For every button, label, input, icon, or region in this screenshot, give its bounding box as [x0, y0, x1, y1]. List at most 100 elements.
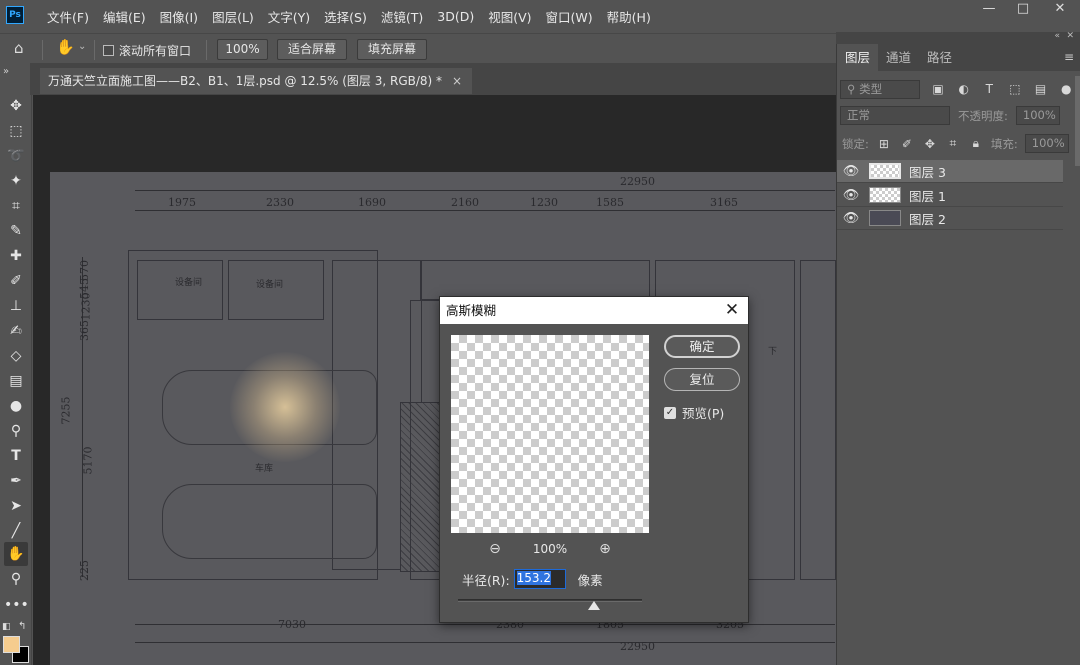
menu-3d[interactable]: 3D(D)	[430, 9, 481, 24]
type-tool-icon[interactable]: T	[4, 444, 28, 468]
dim-left-5: 545	[78, 278, 91, 299]
options-bar: ⌂ ✋ ⌄ 滚动所有窗口 100% 适合屏幕 填充屏幕	[0, 33, 836, 63]
layer-row-1[interactable]: 👁︎ 图层 1	[837, 184, 1063, 207]
collapse-icon[interactable]: «	[1054, 31, 1060, 41]
tab-paths[interactable]: 路径	[919, 44, 960, 71]
reset-button[interactable]: 复位	[664, 368, 740, 391]
minimize-button[interactable]: —	[972, 0, 1006, 20]
document-tab[interactable]: 万通天竺立面施工图——B2、B1、1层.psd @ 12.5% (图层 3, R…	[40, 68, 473, 94]
stamp-tool-icon[interactable]: ⊥	[4, 294, 28, 318]
menu-help[interactable]: 帮助(H)	[600, 7, 658, 26]
menu-select[interactable]: 选择(S)	[317, 7, 374, 26]
line-tool-icon[interactable]: ╱	[4, 519, 28, 543]
fill-screen-button[interactable]: 填充屏幕	[357, 39, 427, 60]
panel-menu-icon[interactable]: ≡	[1064, 50, 1074, 64]
hand-tool-icon[interactable]: ✋	[4, 542, 28, 566]
lock-all-icon[interactable]: 🔒︎	[968, 136, 984, 151]
tab-layers[interactable]: 图层	[837, 44, 879, 71]
lock-artboard-icon[interactable]: ⌗	[945, 136, 961, 151]
layer-row-3[interactable]: 👁︎ 图层 3	[837, 160, 1063, 183]
dim-left-2: 5170	[81, 446, 95, 475]
fill-input[interactable]: 100%	[1024, 134, 1069, 153]
panel-scrollbar[interactable]	[1075, 76, 1080, 166]
brush-tool-icon[interactable]: ✐	[4, 269, 28, 293]
restore-button[interactable]: □	[1006, 0, 1040, 20]
move-tool-icon[interactable]: ✥	[4, 94, 28, 118]
menu-file[interactable]: 文件(F)	[40, 7, 96, 26]
image-filter-icon[interactable]: ▣	[930, 82, 946, 96]
gradient-tool-icon[interactable]: ▤	[4, 369, 28, 393]
pen-tool-icon[interactable]: ✒	[4, 469, 28, 493]
dim-top-2: 2330	[266, 196, 294, 209]
home-icon[interactable]: ⌂	[14, 39, 24, 57]
menu-layer[interactable]: 图层(L)	[205, 7, 261, 26]
layer-kind-filter[interactable]: ⚲ 类型	[840, 79, 921, 99]
close-window-button[interactable]: ✕	[1040, 0, 1080, 20]
path-select-tool-icon[interactable]: ➤	[4, 494, 28, 518]
menu-window[interactable]: 窗口(W)	[539, 7, 600, 26]
preview-checkbox[interactable]: ✓	[664, 406, 676, 419]
dialog-close-icon[interactable]: ✕	[720, 297, 744, 324]
room-label-stair: 下	[768, 347, 778, 357]
menu-filter[interactable]: 滤镜(T)	[374, 7, 430, 26]
eyedropper-tool-icon[interactable]: ✎	[4, 219, 28, 243]
filter-preview[interactable]	[451, 335, 649, 533]
opacity-input[interactable]: 100%	[1015, 106, 1060, 125]
menu-edit[interactable]: 编辑(E)	[96, 7, 153, 26]
swap-colors-icon[interactable]: ↰	[18, 621, 26, 632]
crop-tool-icon[interactable]: ⌗	[4, 194, 28, 218]
lasso-tool-icon[interactable]: ➰	[4, 144, 28, 168]
visibility-eye-icon[interactable]: 👁︎	[837, 188, 865, 203]
fit-screen-button[interactable]: 适合屏幕	[277, 39, 347, 60]
panel-close-icon[interactable]: ✕	[1066, 31, 1074, 41]
lock-pixels-icon[interactable]: ⊞	[876, 137, 892, 151]
shape-filter-icon[interactable]: ⬚	[1007, 82, 1023, 96]
lock-position-icon[interactable]: ✥	[922, 137, 938, 151]
layer-thumbnail	[869, 163, 901, 179]
radius-unit: 像素	[577, 572, 603, 588]
default-colors-icon[interactable]: ◧	[2, 622, 11, 632]
zoom-out-icon[interactable]: ⊖	[489, 541, 501, 557]
visibility-eye-icon[interactable]: 👁︎	[837, 211, 865, 226]
type-filter-icon[interactable]: T	[982, 82, 998, 96]
more-tools-icon[interactable]: •••	[4, 593, 29, 617]
scroll-all-checkbox[interactable]	[103, 45, 114, 56]
menu-image[interactable]: 图像(I)	[153, 7, 205, 26]
radius-slider-thumb[interactable]	[588, 601, 601, 610]
magic-wand-tool-icon[interactable]: ✦	[4, 169, 28, 193]
scroll-all-windows-option[interactable]: 滚动所有窗口	[103, 42, 191, 59]
visibility-eye-icon[interactable]: 👁︎	[837, 164, 865, 179]
expand-icon[interactable]: »	[3, 66, 9, 77]
zoom-tool-icon[interactable]: ⚲	[4, 567, 28, 591]
blur-tool-icon[interactable]: ●	[4, 394, 28, 418]
radius-value: 153.2	[516, 571, 552, 585]
dodge-tool-icon[interactable]: ⚲	[4, 419, 28, 443]
marquee-tool-icon[interactable]: ⬚	[4, 119, 28, 143]
close-tab-icon[interactable]: ×	[452, 68, 462, 94]
zoom-100-button[interactable]: 100%	[217, 39, 268, 60]
filter-toggle-icon[interactable]: ●	[1058, 82, 1074, 96]
ok-button[interactable]: 确定	[664, 335, 740, 358]
hand-icon[interactable]: ✋	[56, 38, 75, 56]
adjustment-filter-icon[interactable]: ◐	[956, 82, 972, 96]
radius-slider-track[interactable]	[458, 599, 642, 602]
preview-option[interactable]: ✓ 预览(P)	[664, 403, 724, 422]
foreground-color-swatch[interactable]	[3, 636, 20, 653]
room-label-2: 设备间	[256, 280, 284, 290]
chevron-down-icon[interactable]: ⌄	[78, 41, 86, 52]
lock-row: 锁定: ⊞ ✐ ✥ ⌗ 🔒︎ 填充: 100%	[842, 134, 1069, 153]
lock-paint-icon[interactable]: ✐	[899, 137, 915, 151]
radius-input[interactable]: 153.2	[513, 569, 566, 589]
healing-brush-tool-icon[interactable]: ✚	[4, 244, 28, 268]
history-brush-tool-icon[interactable]: ✍	[4, 319, 28, 343]
blend-mode-select[interactable]: 正常	[840, 106, 950, 125]
eraser-tool-icon[interactable]: ◇	[4, 344, 28, 368]
smart-object-filter-icon[interactable]: ▤	[1033, 82, 1049, 96]
zoom-in-icon[interactable]: ⊕	[599, 541, 611, 557]
layer-row-2[interactable]: 👁︎ 图层 2	[837, 207, 1063, 230]
menu-type[interactable]: 文字(Y)	[261, 7, 317, 26]
blend-row: 正常 不透明度: 100%	[840, 106, 1060, 125]
dialog-title-bar[interactable]: 高斯模糊	[440, 297, 748, 324]
menu-view[interactable]: 视图(V)	[481, 7, 538, 26]
tab-channels[interactable]: 通道	[878, 44, 919, 71]
